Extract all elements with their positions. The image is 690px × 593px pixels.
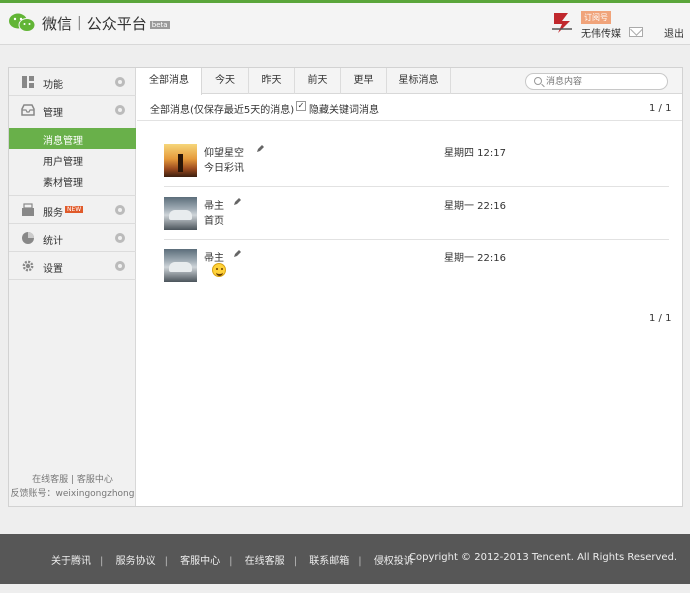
logo-title: 微信	[42, 14, 73, 33]
footer-link-terms[interactable]: 服务协议	[116, 556, 156, 567]
message-time: 星期一 22:16	[444, 253, 506, 264]
subitem-label: 消息管理	[43, 136, 83, 147]
expand-icon[interactable]	[115, 205, 125, 215]
message-tabs: 全部消息 今天 昨天 前天 更早 星标消息	[137, 68, 682, 95]
account-avatar[interactable]	[548, 9, 576, 37]
hide-keyword-label[interactable]: 隐藏关键词消息	[309, 101, 379, 116]
wechat-logo-icon	[9, 13, 36, 32]
sidebar-item-stats[interactable]: 统计	[9, 224, 136, 252]
expand-icon[interactable]	[115, 233, 125, 243]
search-box[interactable]	[525, 73, 668, 90]
main-panel: 功能 管理 消息管理 用户管理 素材管理 服务 NEW 统计 设置 在线客服 | …	[8, 67, 683, 507]
footer-link-contact[interactable]: 联系邮箱	[309, 556, 349, 567]
sender-name[interactable]: 仰望星空	[204, 144, 244, 159]
sidebar-item-label: 功能	[43, 80, 63, 91]
header: 微信 | 公众平台 beta 订阅号 无伟传媒 退出	[0, 3, 690, 45]
footer: 关于腾讯 | 服务协议 | 客服中心 | 在线客服 | 联系邮箱 | 侵权投诉 Copyr…	[0, 534, 690, 584]
tab-earlier[interactable]: 更早	[341, 68, 387, 94]
pie-icon	[22, 232, 34, 244]
feedback-account: 反馈账号：weixingongzhong	[10, 489, 135, 499]
footer-link-help[interactable]: 客服中心	[180, 556, 220, 567]
footer-link-report[interactable]: 侵权投诉	[374, 556, 414, 567]
sidebar-subitem-users[interactable]: 用户管理	[9, 149, 136, 170]
pencil-icon[interactable]	[256, 144, 265, 153]
logo-separator: |	[77, 15, 82, 31]
message-row[interactable]: 仰望星空 今日彩讯 星期四 12:17	[164, 134, 669, 187]
sidebar-item-settings[interactable]: 设置	[9, 252, 136, 280]
message-row[interactable]: 帚主 首页 星期一 22:16	[164, 187, 669, 240]
gear-icon	[22, 260, 34, 272]
avatar[interactable]	[164, 249, 197, 282]
search-icon[interactable]	[534, 77, 542, 85]
collapse-icon[interactable]	[115, 105, 125, 115]
tab-today[interactable]: 今天	[202, 68, 249, 94]
new-badge: NEW	[65, 206, 84, 213]
basket-icon	[22, 203, 34, 216]
pencil-icon[interactable]	[233, 249, 242, 258]
toolbar-divider	[137, 120, 682, 121]
message-preview: 首页	[204, 216, 224, 227]
footer-link-about[interactable]: 关于腾讯	[51, 556, 91, 567]
grid-icon	[22, 76, 34, 88]
tab-yesterday[interactable]: 昨天	[249, 68, 295, 94]
pencil-icon[interactable]	[233, 197, 242, 206]
logo[interactable]: 微信 | 公众平台 beta	[8, 10, 170, 36]
sidebar-item-label: 统计	[43, 236, 63, 247]
message-time: 星期一 22:16	[444, 201, 506, 212]
tab-all-messages[interactable]: 全部消息	[137, 68, 202, 95]
logout-link[interactable]: 退出	[664, 25, 684, 40]
search-input[interactable]	[546, 75, 661, 88]
sidebar-item-label: 设置	[43, 264, 63, 275]
account-name[interactable]: 无伟传媒	[581, 25, 621, 40]
subitem-label: 素材管理	[43, 178, 83, 189]
pager-bottom: 1 / 1	[649, 313, 672, 324]
avatar[interactable]	[164, 144, 197, 177]
avatar[interactable]	[164, 197, 197, 230]
sidebar-item-service[interactable]: 服务 NEW	[9, 196, 136, 224]
account-type-badge: 订阅号	[581, 11, 611, 24]
message-row[interactable]: 帚主 星期一 22:16	[164, 239, 669, 292]
pager-top: 1 / 1	[649, 103, 672, 114]
sidebar-subitem-messages[interactable]: 消息管理	[9, 128, 136, 149]
subitem-label: 用户管理	[43, 157, 83, 168]
hide-keyword-checkbox[interactable]: ✓	[296, 101, 306, 111]
smile-emoji-icon	[212, 263, 226, 277]
tab-day-before[interactable]: 前天	[295, 68, 341, 94]
footer-links: 关于腾讯 | 服务协议 | 客服中心 | 在线客服 | 联系邮箱 | 侵权投诉	[51, 556, 414, 567]
tab-starred[interactable]: 星标消息	[387, 68, 451, 94]
footer-link-online-service[interactable]: 在线客服	[245, 556, 285, 567]
platform-title: 公众平台	[86, 14, 147, 33]
expand-icon[interactable]	[115, 261, 125, 271]
sender-name[interactable]: 帚主	[204, 197, 224, 212]
sidebar-item-label: 服务 NEW	[43, 206, 84, 219]
sidebar-item-manage[interactable]: 管理	[9, 96, 136, 124]
filter-description: 全部消息(仅保存最近5天的消息)	[150, 105, 295, 116]
mail-icon[interactable]	[629, 27, 643, 37]
sidebar: 功能 管理 消息管理 用户管理 素材管理 服务 NEW 统计 设置 在线客服 | …	[9, 68, 136, 506]
copyright: Copyright © 2012-2013 Tencent. All Right…	[409, 552, 678, 563]
message-time: 星期四 12:17	[444, 148, 506, 159]
sender-name[interactable]: 帚主	[204, 249, 224, 264]
beta-badge: beta	[149, 20, 170, 29]
sidebar-item-function[interactable]: 功能	[9, 68, 136, 96]
sidebar-item-label: 管理	[43, 108, 63, 119]
support-links[interactable]: 在线客服 | 客服中心	[9, 472, 136, 485]
inbox-icon	[21, 104, 35, 116]
expand-icon[interactable]	[115, 77, 125, 87]
sidebar-subitem-materials[interactable]: 素材管理	[9, 170, 136, 196]
message-preview: 今日彩讯	[204, 163, 244, 174]
